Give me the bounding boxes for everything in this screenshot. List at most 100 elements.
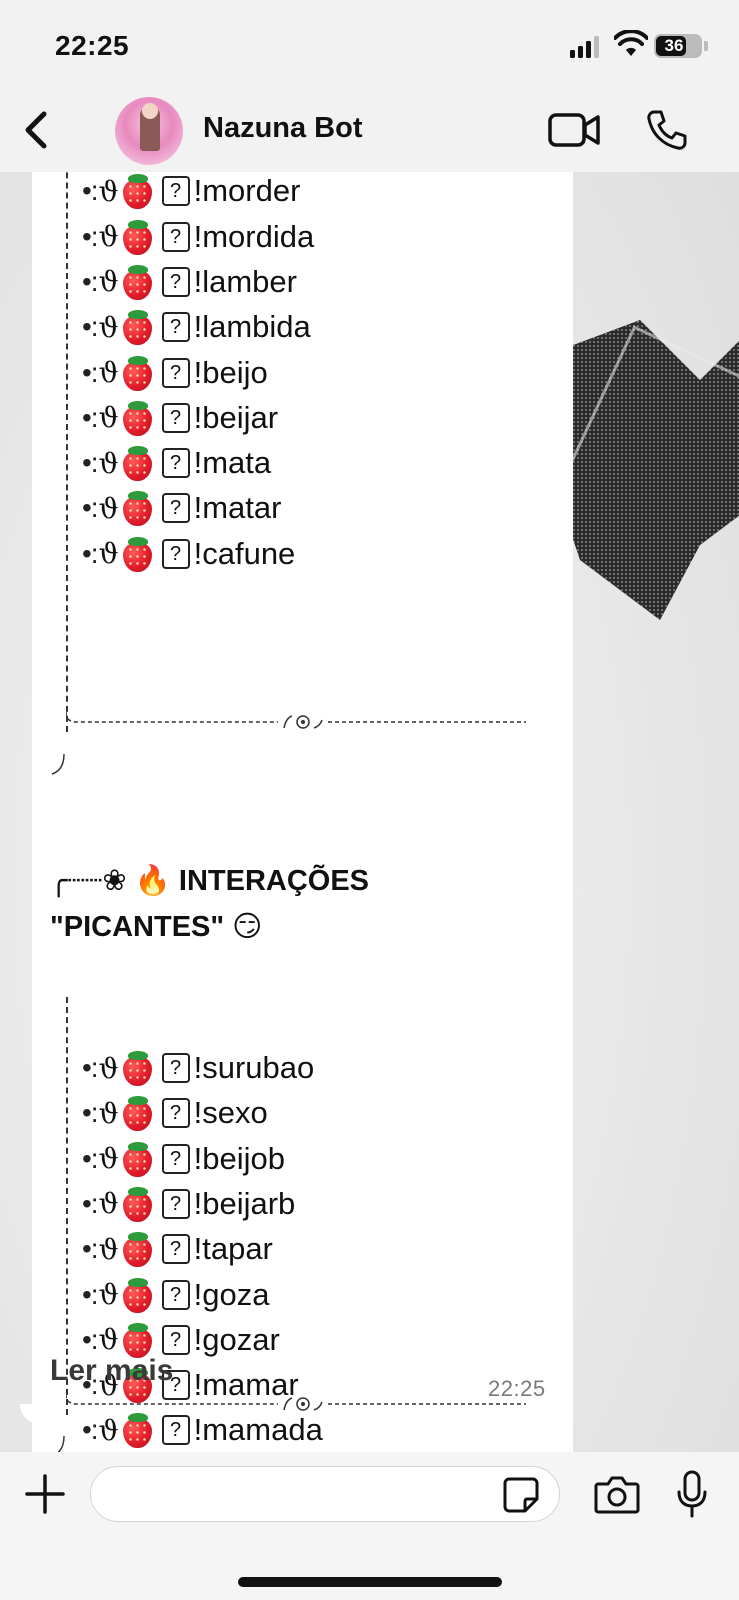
section-divider-line xyxy=(66,172,68,732)
strawberry-icon xyxy=(121,1277,154,1313)
chat-header: Nazuna Bot xyxy=(0,90,739,172)
strawberry-icon xyxy=(121,1050,154,1086)
bullet-glyph: ϑ xyxy=(98,174,119,208)
bullet-prefix: •: xyxy=(82,1097,99,1129)
command-text: !gozar xyxy=(193,1321,280,1357)
bullet-prefix: •: xyxy=(82,401,99,433)
command-item: •: ϑ? !lambida xyxy=(82,305,311,349)
back-arrow-icon[interactable] xyxy=(18,108,58,152)
command-item: •: ϑ? !surubao xyxy=(82,1046,314,1090)
bullet-prefix: •: xyxy=(82,537,99,569)
command-text: !beijo xyxy=(193,354,268,390)
command-item: •: ϑ? !beijo xyxy=(82,351,268,395)
question-box-icon: ? xyxy=(161,538,190,569)
bullet-glyph: ϑ xyxy=(98,537,119,571)
message-input[interactable] xyxy=(90,1466,560,1522)
command-text: !sexo xyxy=(193,1095,268,1131)
bullet-prefix: •: xyxy=(82,1278,99,1310)
command-text: !cafune xyxy=(193,535,296,571)
question-box-icon: ? xyxy=(161,357,190,388)
plus-icon[interactable] xyxy=(25,1474,65,1514)
strawberry-icon xyxy=(121,400,154,436)
bullet-prefix: •: xyxy=(82,1233,99,1265)
battery-tip xyxy=(704,41,708,51)
question-box-icon: ? xyxy=(161,1234,190,1265)
command-text: !mordida xyxy=(193,218,315,254)
video-call-icon[interactable] xyxy=(548,110,600,150)
strawberry-icon xyxy=(121,445,154,482)
command-item: •: ϑ? !cafune xyxy=(82,532,295,576)
question-box-icon: ? xyxy=(161,266,190,297)
command-item: •: ϑ? !matar xyxy=(82,486,281,530)
phone-call-icon[interactable] xyxy=(645,108,689,152)
camera-icon[interactable] xyxy=(594,1474,640,1514)
command-item: •: ϑ? !beijarb xyxy=(82,1182,295,1226)
bullet-glyph: ϑ xyxy=(98,1051,119,1085)
contact-name[interactable]: Nazuna Bot xyxy=(203,112,363,145)
bullet-glyph: ϑ xyxy=(98,265,119,299)
sticker-icon[interactable] xyxy=(503,1477,539,1513)
bullet-prefix: •: xyxy=(82,1323,99,1355)
bullet-prefix: •: xyxy=(82,220,99,252)
message-timestamp: 22:25 xyxy=(488,1376,546,1401)
command-text: !morder xyxy=(193,173,301,209)
bullet-glyph: ϑ xyxy=(98,356,119,389)
question-box-icon: ? xyxy=(161,1098,190,1129)
command-text: !tapar xyxy=(193,1231,273,1267)
command-item: •: ϑ? !beijob xyxy=(82,1137,285,1181)
bullet-glyph: ϑ xyxy=(98,401,119,435)
bullet-prefix: •: xyxy=(82,175,99,207)
question-box-icon: ? xyxy=(161,493,190,524)
command-item: •: ϑ? !beijar xyxy=(82,396,278,440)
strawberry-icon xyxy=(121,1322,154,1358)
question-box-icon: ? xyxy=(161,1053,190,1083)
signal-icon xyxy=(570,36,599,58)
battery-level: 36 xyxy=(664,36,684,55)
strawberry-icon xyxy=(121,1231,154,1268)
question-box-icon: ? xyxy=(161,402,190,433)
bullet-prefix: •: xyxy=(82,1187,99,1219)
command-item: •: ϑ? !morder xyxy=(82,172,300,213)
bullet-prefix: •: xyxy=(82,447,99,479)
command-text: !goza xyxy=(193,1276,270,1312)
strawberry-icon xyxy=(121,536,154,572)
read-more-link[interactable]: Ler mais xyxy=(50,1354,173,1388)
bullet-glyph: ϑ xyxy=(98,491,119,525)
command-item: •: ϑ? !mordida xyxy=(82,215,314,259)
bullet-prefix: •: xyxy=(82,356,99,388)
wifi-icon xyxy=(614,30,648,56)
contact-avatar[interactable] xyxy=(115,97,183,165)
section-heading-line2: "PICANTES" 😏 xyxy=(50,911,263,943)
command-item: •: ϑ? !lamber xyxy=(82,260,297,304)
bullet-glyph: ϑ xyxy=(98,1096,119,1130)
bullet-glyph: ϑ xyxy=(98,220,119,254)
bullet-glyph: ϑ xyxy=(98,1323,119,1357)
strawberry-icon xyxy=(121,173,154,210)
command-item: •: ϑ? !mata xyxy=(82,441,271,485)
status-time: 22:25 xyxy=(55,30,130,61)
bullet-prefix: •: xyxy=(82,265,99,297)
strawberry-icon xyxy=(121,490,154,527)
command-text: !matar xyxy=(193,490,282,526)
question-box-icon: ? xyxy=(161,1324,190,1355)
chat-area[interactable]: •:ϑ?!abraçar•:ϑ?!morder•:ϑ?!mordida•:ϑ?!… xyxy=(0,172,739,1452)
question-box-icon: ? xyxy=(161,221,190,252)
bullet-prefix: •: xyxy=(82,1052,99,1083)
battery-icon: 36 xyxy=(654,34,702,58)
command-text: !lamber xyxy=(193,263,297,299)
composer-bar xyxy=(0,1452,739,1600)
corner-hook xyxy=(57,1435,65,1452)
section-heading-line1: ╭┈┈❀ 🔥 INTERAÇÕES xyxy=(50,865,370,897)
corner-hook xyxy=(51,753,65,775)
command-item: •: ϑ? !sexo xyxy=(82,1091,268,1135)
microphone-icon[interactable] xyxy=(676,1470,708,1518)
question-box-icon: ? xyxy=(161,1143,190,1174)
strawberry-icon xyxy=(121,1095,154,1132)
bullet-glyph: ϑ xyxy=(98,1187,119,1221)
bullet-glyph: ϑ xyxy=(98,1232,119,1266)
section-divider-line xyxy=(66,997,68,1415)
bullet-glyph: ϑ xyxy=(98,1278,119,1311)
strawberry-icon xyxy=(121,309,154,346)
command-text: !lambida xyxy=(193,309,311,345)
message-bubble[interactable]: •:ϑ?!abraçar•:ϑ?!morder•:ϑ?!mordida•:ϑ?!… xyxy=(32,172,573,1452)
